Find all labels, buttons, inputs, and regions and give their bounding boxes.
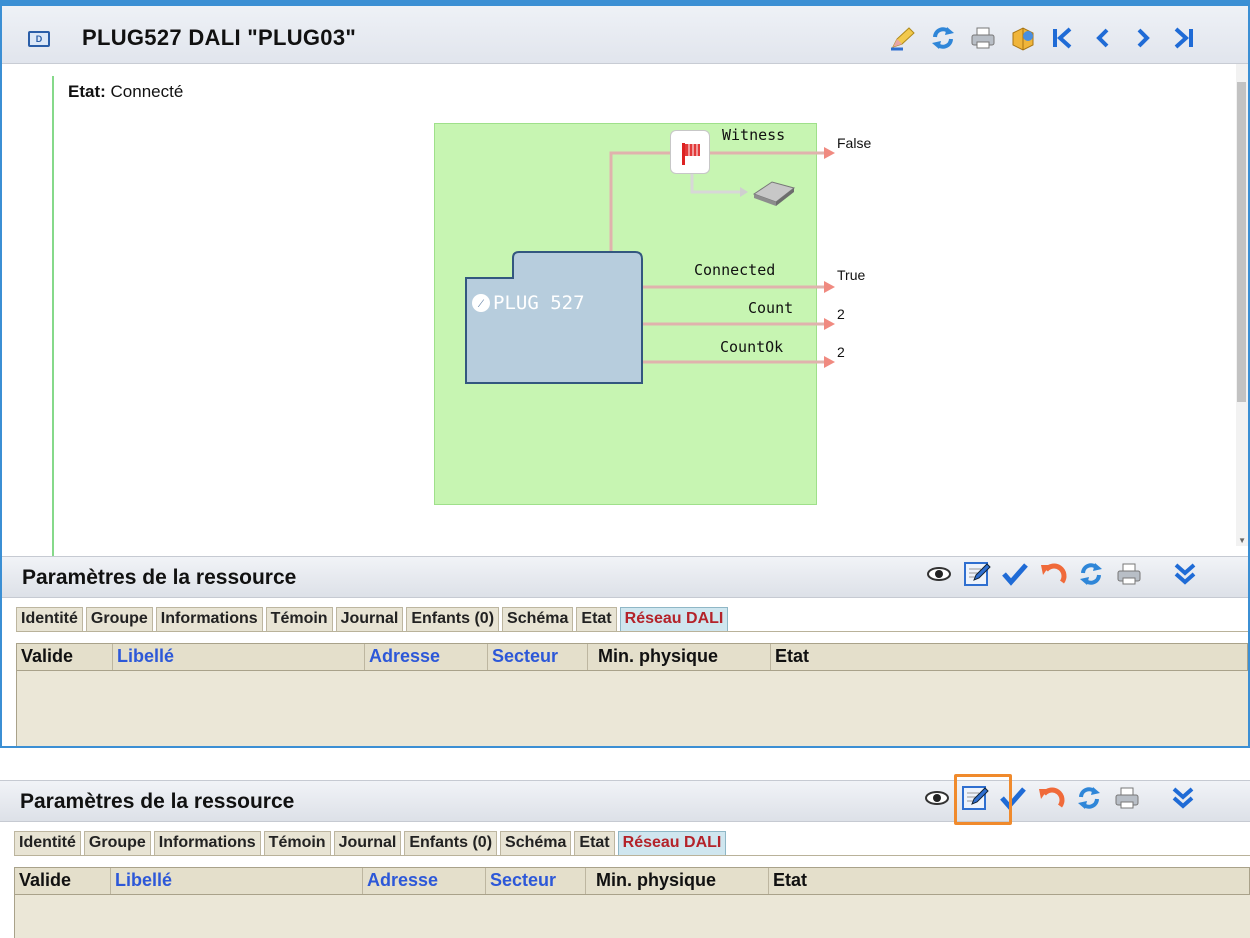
signal-count-value: 2 [837, 306, 845, 322]
tab-temoin[interactable]: Témoin [265, 607, 333, 631]
undo-icon[interactable] [1038, 560, 1068, 588]
plug-block-shape [465, 251, 643, 384]
col-valide[interactable]: Valide [17, 644, 113, 670]
tab-etat[interactable]: Etat [574, 831, 615, 855]
validate-icon[interactable] [1000, 560, 1030, 588]
edit-icon-highlight [954, 774, 1012, 825]
collapse-icon[interactable] [1168, 784, 1198, 812]
params-title: Paramètres de la ressource [20, 790, 295, 813]
tab-journal[interactable]: Journal [335, 607, 404, 631]
tab-journal[interactable]: Journal [333, 831, 402, 855]
tab-enfants[interactable]: Enfants (0) [404, 831, 498, 855]
tab-informations[interactable]: Informations [153, 831, 261, 855]
col-adresse[interactable]: Adresse [363, 868, 486, 894]
grid-body [14, 895, 1250, 938]
print-icon[interactable] [1114, 560, 1144, 588]
tab-schema[interactable]: Schéma [502, 607, 574, 631]
tab-schema[interactable]: Schéma [500, 831, 572, 855]
view-icon[interactable] [922, 784, 952, 812]
params-header: Paramètres de la ressource [0, 780, 1250, 822]
signal-count: Count [748, 299, 794, 317]
params-tabs: Identité Groupe Informations Témoin Jour… [14, 830, 1250, 856]
grid-header: Valide Libellé Adresse Secteur Min. phys… [16, 643, 1248, 671]
col-min-physique[interactable]: Min. physique [594, 644, 771, 670]
undo-icon[interactable] [1036, 784, 1066, 812]
plug-block[interactable]: ⁄ PLUG 527 [472, 292, 585, 314]
col-etat[interactable]: Etat [769, 868, 869, 894]
edit-icon[interactable] [962, 560, 992, 588]
collapse-icon[interactable] [1170, 560, 1200, 588]
signal-connected: Connected [694, 261, 776, 279]
tab-etat[interactable]: Etat [576, 607, 617, 631]
tab-groupe[interactable]: Groupe [83, 831, 151, 855]
signal-connected-value: True [837, 267, 866, 283]
params-title: Paramètres de la ressource [22, 566, 297, 589]
red-flag-icon [682, 143, 700, 165]
tab-reseau-dali[interactable]: Réseau DALI [617, 831, 727, 855]
col-min-physique[interactable]: Min. physique [592, 868, 769, 894]
col-secteur[interactable]: Secteur [488, 644, 588, 670]
tab-reseau-dali[interactable]: Réseau DALI [619, 607, 729, 631]
tab-temoin[interactable]: Témoin [263, 831, 331, 855]
plug-block-label: PLUG 527 [493, 292, 585, 314]
params-panel-zoom: Paramètres de la ressource Identité Grou… [0, 760, 1250, 938]
grid-header: Valide Libellé Adresse Secteur Min. phys… [14, 867, 1250, 895]
witness-flag[interactable] [670, 130, 710, 174]
refresh-icon[interactable] [1076, 560, 1106, 588]
signal-witness: Witness [722, 126, 786, 144]
params-toolbar [924, 560, 1200, 588]
io-icon: ⁄ [472, 294, 490, 312]
tab-identite[interactable]: Identité [16, 607, 83, 631]
col-valide[interactable]: Valide [15, 868, 111, 894]
resource-window: D PLUG527 DALI "PLUG03" ▼ Etat: Connecté… [0, 0, 1250, 748]
print-icon[interactable] [1112, 784, 1142, 812]
signal-countok: CountOk [720, 338, 784, 356]
col-etat[interactable]: Etat [771, 644, 871, 670]
tab-identite[interactable]: Identité [14, 831, 81, 855]
col-libelle[interactable]: Libellé [113, 644, 365, 670]
signal-countok-value: 2 [837, 344, 845, 360]
params-tabs: Identité Groupe Informations Témoin Jour… [16, 606, 1248, 632]
col-libelle[interactable]: Libellé [111, 868, 363, 894]
tab-informations[interactable]: Informations [155, 607, 263, 631]
device-icon [752, 181, 796, 206]
col-secteur[interactable]: Secteur [486, 868, 586, 894]
view-icon[interactable] [924, 560, 954, 588]
signal-witness-value: False [837, 135, 872, 151]
tab-groupe[interactable]: Groupe [85, 607, 153, 631]
params-header: Paramètres de la ressource [2, 556, 1248, 598]
diagram-wires [465, 147, 835, 384]
tab-enfants[interactable]: Enfants (0) [406, 607, 500, 631]
grid-body [16, 671, 1248, 746]
col-adresse[interactable]: Adresse [365, 644, 488, 670]
refresh-icon[interactable] [1074, 784, 1104, 812]
